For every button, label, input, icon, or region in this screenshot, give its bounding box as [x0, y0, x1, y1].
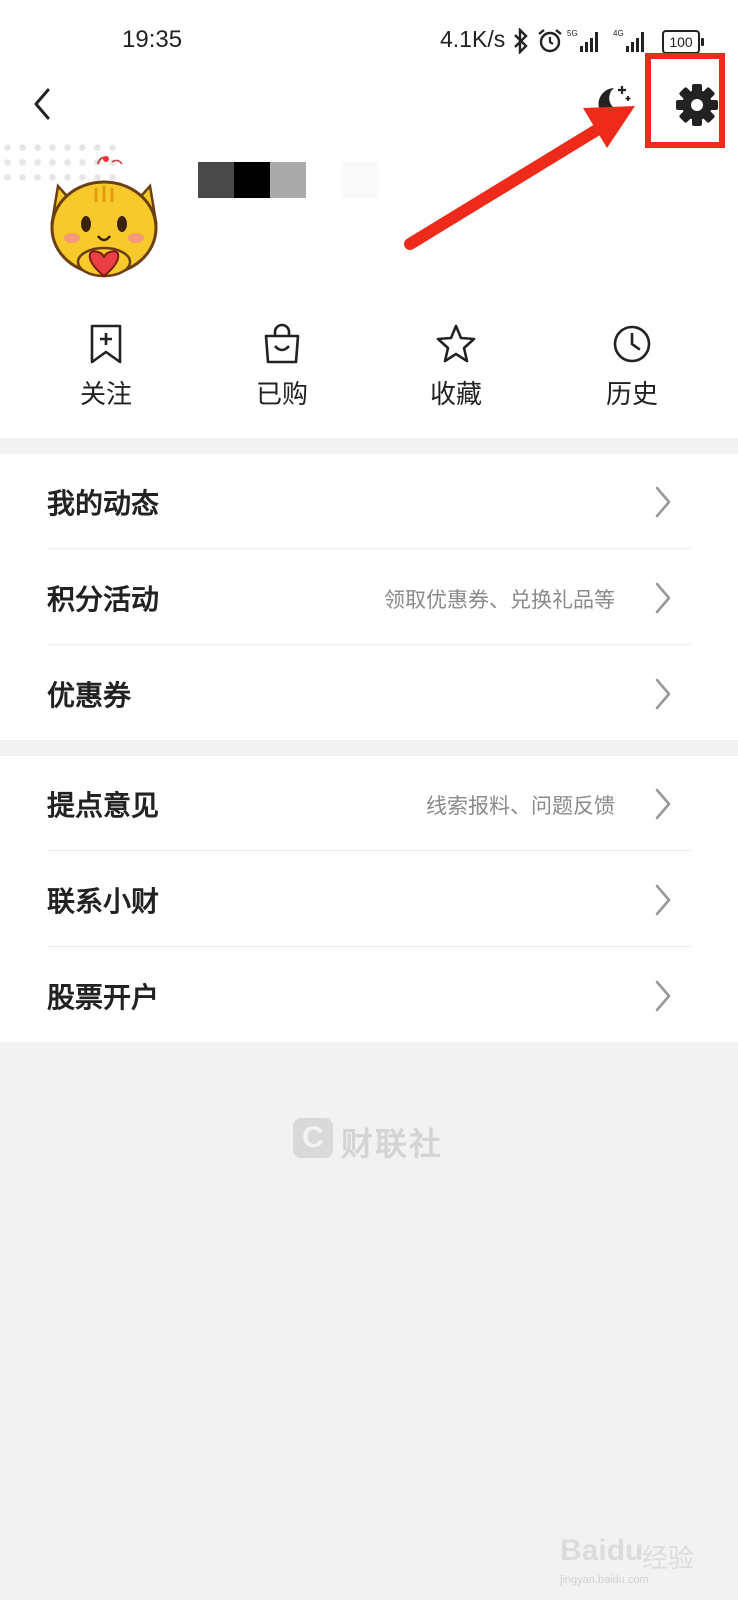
clock-icon — [613, 325, 651, 363]
signal-4g-icon: 4G — [613, 29, 644, 52]
quick-nav-history[interactable]: 历史 — [572, 322, 692, 422]
user-avatar[interactable] — [44, 156, 164, 280]
brand-logo-mark: C — [293, 1118, 333, 1158]
annotation-arrow — [404, 106, 635, 250]
quick-nav-label: 已购 — [255, 380, 308, 410]
menu-item-stock-account[interactable]: 股票开户 — [47, 948, 691, 1044]
svg-text:5G: 5G — [567, 29, 578, 38]
menu-item-subtitle: 领取优惠券、兑换礼品等 — [384, 588, 615, 612]
menu-group-1: 我的动态 积分活动 领取优惠券、兑换礼品等 优惠券 — [0, 454, 738, 740]
menu-item-title: 我的动态 — [47, 487, 160, 520]
brand-logo: C 财联社 — [293, 1118, 445, 1163]
quick-nav-purchased[interactable]: 已购 — [222, 322, 342, 422]
menu-item-title: 提点意见 — [47, 789, 160, 822]
star-icon — [436, 324, 476, 363]
status-time: 19:35 — [122, 26, 183, 53]
chevron-right-icon — [655, 788, 671, 820]
highlight-box — [645, 53, 725, 148]
status-bar: 19:35 4.1K/s 5G 4G 100 — [0, 0, 738, 84]
quick-nav-label: 历史 — [605, 380, 658, 410]
signal-5g-icon: 5G — [567, 29, 598, 52]
network-speed: 4.1K/s — [440, 26, 506, 52]
quick-nav-follow[interactable]: 关注 — [46, 322, 166, 422]
menu-item-points[interactable]: 积分活动 领取优惠券、兑换礼品等 — [47, 550, 691, 646]
divider — [47, 946, 691, 947]
alarm-icon — [538, 29, 562, 53]
chevron-right-icon — [655, 582, 671, 614]
menu-item-title: 股票开户 — [47, 981, 160, 1014]
quick-nav-favorites[interactable]: 收藏 — [396, 322, 516, 422]
quick-nav-label: 收藏 — [429, 380, 482, 410]
battery-indicator: 100 — [662, 30, 704, 54]
menu-item-subtitle: 线索报料、问题反馈 — [426, 794, 615, 818]
username-redacted — [198, 162, 378, 198]
divider — [47, 850, 691, 851]
menu-item-title: 联系小财 — [47, 885, 160, 918]
back-button[interactable] — [26, 84, 62, 124]
watermark-text: Baidu — [560, 1534, 644, 1567]
menu-item-feedback[interactable]: 提点意见 线索报料、问题反馈 — [47, 756, 691, 852]
watermark-url: jingyan.baidu.com — [560, 1574, 649, 1586]
chevron-right-icon — [655, 678, 671, 710]
shopping-bag-icon — [264, 323, 300, 364]
quick-nav: 关注 已购 收藏 历史 — [0, 322, 738, 422]
bluetooth-icon — [514, 28, 528, 54]
chevron-right-icon — [655, 486, 671, 518]
bookmark-plus-icon — [90, 324, 122, 364]
quick-nav-label: 关注 — [79, 380, 132, 410]
menu-item-title: 优惠券 — [47, 679, 132, 712]
menu-item-title: 积分活动 — [47, 583, 160, 616]
baidu-watermark: Baidu 经验 jingyan.baidu.com — [560, 1528, 710, 1586]
chevron-right-icon — [655, 980, 671, 1012]
menu-item-my-activity[interactable]: 我的动态 — [47, 454, 691, 550]
chevron-right-icon — [655, 884, 671, 916]
menu-group-2: 提点意见 线索报料、问题反馈 联系小财 股票开户 — [0, 756, 738, 1042]
svg-text:4G: 4G — [613, 29, 624, 38]
brand-name: 财联社 — [341, 1125, 444, 1163]
divider — [47, 548, 691, 549]
menu-item-contact[interactable]: 联系小财 — [47, 852, 691, 948]
watermark-cn: 经验 — [642, 1544, 695, 1574]
divider — [47, 644, 691, 645]
menu-item-coupons[interactable]: 优惠券 — [47, 646, 691, 742]
